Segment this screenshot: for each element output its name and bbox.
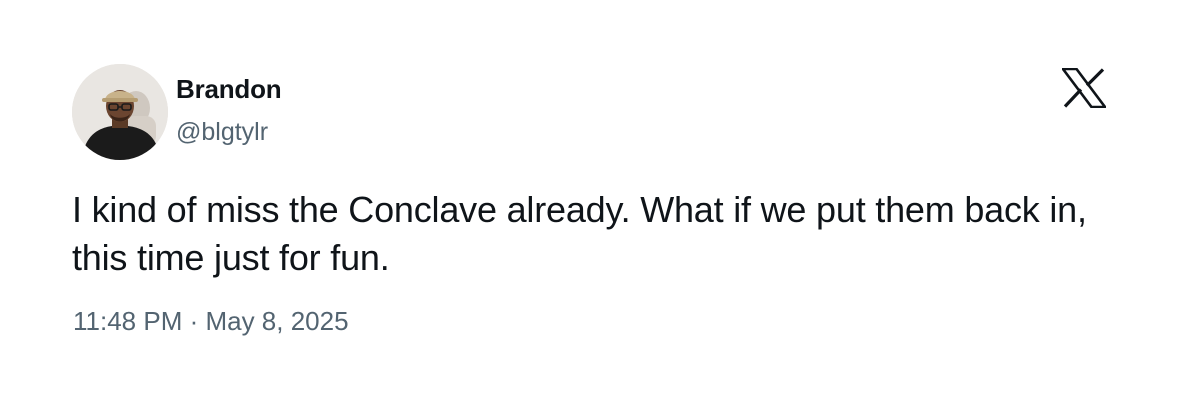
avatar-photo (72, 64, 168, 160)
avatar[interactable] (72, 64, 168, 160)
x-logo-icon[interactable] (1060, 67, 1108, 109)
author-name[interactable]: Brandon (176, 74, 282, 105)
tweet-text: I kind of miss the Conclave already. Wha… (72, 189, 1087, 278)
tweet-card: Brandon @blgtylr I kind of miss the Conc… (0, 0, 1180, 408)
author-handle[interactable]: @blgtylr (176, 118, 268, 147)
tweet-timestamp[interactable]: 11:48 PM · May 8, 2025 (73, 306, 349, 337)
